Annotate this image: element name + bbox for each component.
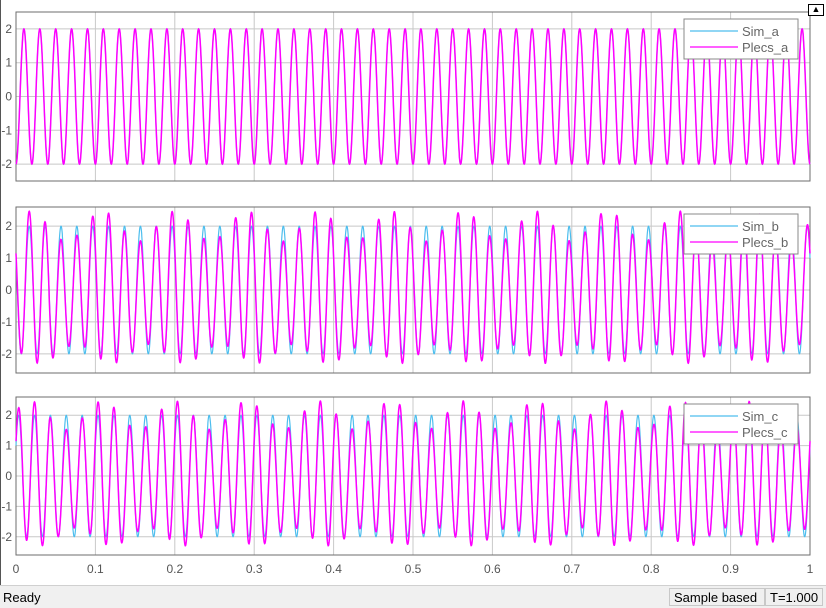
subplot-2: 2 1 0 -1 -2 Sim_bPlecs_b xyxy=(1,206,811,374)
y-tick-label: -1 xyxy=(1,123,12,137)
status-bar: Ready Sample based T=1.000 xyxy=(0,585,826,608)
legend-label: Plecs_b xyxy=(742,235,788,250)
x-tick-label: 0.4 xyxy=(325,562,342,576)
scope-plots: 210-1-2Sim_aPlecs_a210-1-2Sim_bPlecs_b0 0… xyxy=(1,11,814,576)
y-tick-label: 0 xyxy=(5,90,12,104)
y-tick-label: 0 xyxy=(5,283,12,297)
y-tick-label: -2 xyxy=(1,157,12,171)
x-tick-label: 0.1 xyxy=(87,562,104,576)
sim-time: T=1.000 xyxy=(765,588,823,606)
sample-mode: Sample based xyxy=(669,588,765,606)
x-tick-label: 0.2 xyxy=(166,562,183,576)
y-tick-label: 2 xyxy=(5,219,12,233)
x-tick-label: 0.9 xyxy=(722,562,739,576)
y-tick-label: 2 xyxy=(5,22,12,36)
y-tick-label: 1 xyxy=(5,251,12,265)
y-tick-label: -2 xyxy=(1,347,12,361)
legend-label: Plecs_c xyxy=(742,425,788,440)
y-tick-label: -1 xyxy=(1,499,12,513)
x-tick-label: 0.5 xyxy=(405,562,422,576)
legend-label: Sim_a xyxy=(742,24,780,39)
subplot-1: 2 1 0 -1 -2 Sim_aPlecs_a xyxy=(1,11,811,182)
x-tick-label: 1 xyxy=(807,562,814,576)
x-tick-label: 0.3 xyxy=(246,562,263,576)
y-tick-label: 1 xyxy=(5,56,12,70)
x-tick-label: 0.7 xyxy=(563,562,580,576)
x-tick-label: 0.6 xyxy=(484,562,501,576)
x-tick-label: 0 xyxy=(13,562,20,576)
legend-label: Sim_b xyxy=(742,219,779,234)
y-tick-label: -2 xyxy=(1,530,12,544)
y-tick-label: 2 xyxy=(5,408,12,422)
legend-label: Sim_c xyxy=(742,409,779,424)
status-ready: Ready xyxy=(3,590,41,605)
y-tick-label: -1 xyxy=(1,315,12,329)
y-tick-label: 1 xyxy=(5,439,12,453)
subplot-3: 0 0.1 0.2 0.3 0.4 0.5 0.6 0.7 0.8 0.9 1 2 1 0 -1 -2 Sim_… xyxy=(1,396,814,576)
legend-label: Plecs_a xyxy=(742,40,789,55)
y-tick-label: 0 xyxy=(5,469,12,483)
x-tick-label: 0.8 xyxy=(643,562,660,576)
undock-icon[interactable]: ▲ xyxy=(808,4,824,16)
